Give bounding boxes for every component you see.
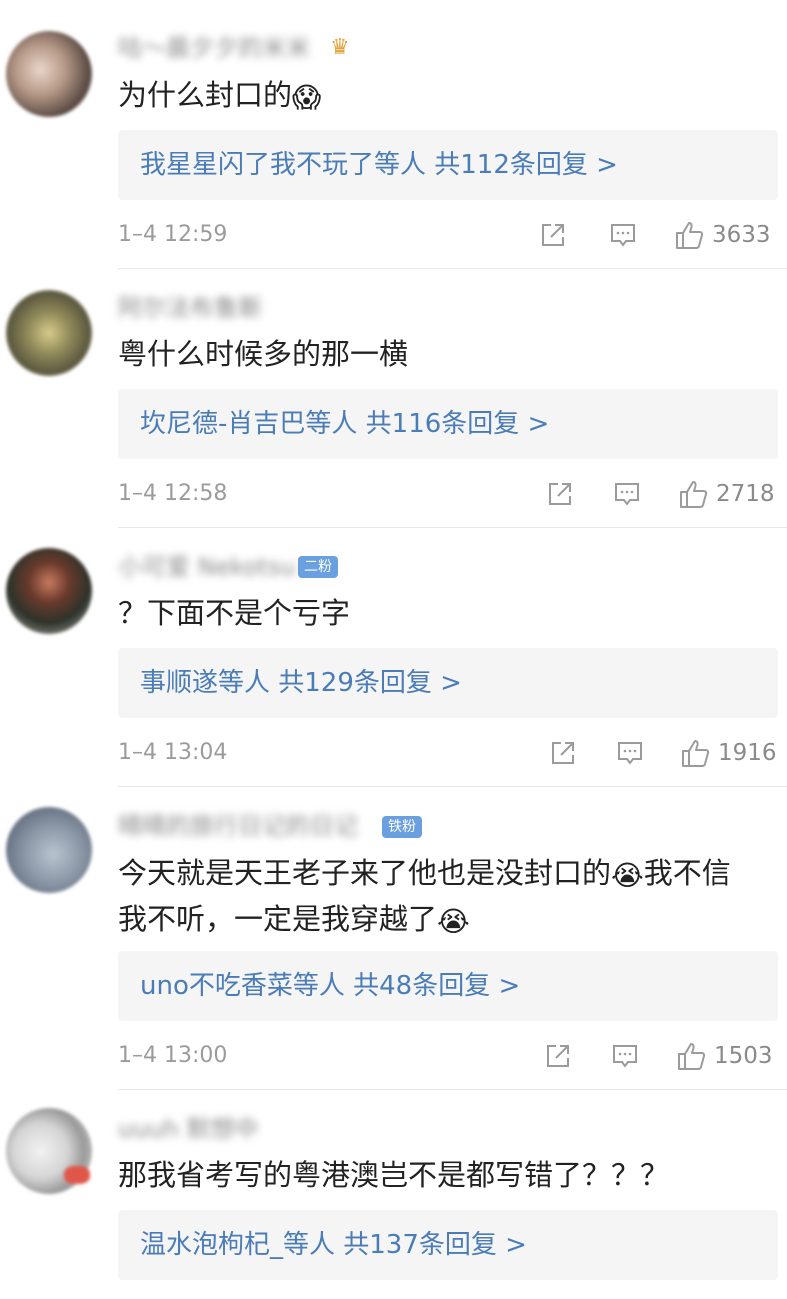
comment-meta: 1–4 12:59 3633: [118, 215, 778, 255]
reply-summary-link[interactable]: 事顺遂等人 共129条回复 >: [140, 648, 462, 718]
comment-meta: 1–4 13:00 1503: [118, 1036, 778, 1076]
username[interactable]: uuuh 默想中: [118, 1115, 258, 1143]
comment-text: 为什么封口的😱: [118, 72, 778, 118]
timestamp: 1–4 13:00: [118, 1043, 228, 1068]
reply-summary[interactable]: uno不吃香菜等人 共48条回复 >: [118, 951, 778, 1021]
avatar[interactable]: [6, 1108, 92, 1194]
like-button[interactable]: 3633: [674, 215, 771, 255]
username[interactable]: 晴晴的旅行日记的日记: [118, 812, 358, 840]
reply-summary-link[interactable]: 温水泡枸杞_等人 共137条回复 >: [140, 1210, 527, 1280]
username[interactable]: 咕～晨夕夕的米米: [118, 34, 310, 62]
fan-badge: 二粉: [298, 556, 338, 578]
crying-face-icon: 😭: [611, 859, 644, 892]
share-icon[interactable]: [545, 474, 575, 514]
like-button[interactable]: 1503: [676, 1036, 773, 1076]
avatar[interactable]: [6, 31, 92, 117]
fan-badge: 铁粉: [382, 816, 422, 838]
thumbs-up-icon: [680, 481, 708, 508]
comment-text: ？下面不是个亏字: [118, 590, 778, 636]
reply-summary[interactable]: 坎尼德-肖吉巴等人 共116条回复 >: [118, 389, 778, 459]
thumbs-up-icon: [678, 1043, 706, 1070]
comment-icon[interactable]: [615, 733, 645, 773]
like-count: 1916: [718, 740, 777, 766]
like-count: 1503: [714, 1043, 773, 1069]
username[interactable]: 小可爱 Nekotsu: [118, 553, 295, 581]
reply-summary[interactable]: 温水泡枸杞_等人 共137条回复 >: [118, 1210, 778, 1280]
comment-icon[interactable]: [610, 1036, 640, 1076]
comment-icon[interactable]: [612, 474, 642, 514]
divider: [118, 1089, 787, 1090]
comment-text-line2: 我不听，一定是我穿越了: [118, 902, 438, 936]
share-icon[interactable]: [538, 215, 568, 255]
thumbs-up-icon: [676, 222, 704, 249]
thumbs-up-icon: [682, 740, 710, 767]
comment-text-line1: 今天就是天王老子来了他也是没封口的: [118, 856, 612, 890]
divider: [118, 268, 787, 269]
divider: [118, 786, 787, 787]
comment-text-content: 粤什么时候多的那一横: [118, 337, 409, 371]
comment-text-content: 为什么封口的: [118, 78, 293, 112]
share-icon[interactable]: [548, 733, 578, 773]
comment-text: 今天就是天王老子来了他也是没封口的😭我不信 我不听，一定是我穿越了😭: [118, 850, 778, 942]
comment-text: 粤什么时候多的那一横: [118, 331, 778, 377]
avatar[interactable]: [6, 807, 92, 893]
username[interactable]: 阿尔法布鲁斯: [118, 294, 262, 322]
like-count: 2718: [716, 481, 775, 507]
comment-text-content: 那我省考写的粤港澳岂不是都写错了？？？: [118, 1158, 670, 1192]
timestamp: 1–4 13:04: [118, 740, 228, 765]
like-button[interactable]: 2718: [678, 474, 775, 514]
crying-face-icon: 😭: [437, 905, 470, 938]
reply-summary[interactable]: 事顺遂等人 共129条回复 >: [118, 648, 778, 718]
crown-icon: ♛: [330, 35, 350, 60]
timestamp: 1–4 12:58: [118, 481, 228, 506]
timestamp: 1–4 12:59: [118, 222, 228, 247]
share-icon[interactable]: [543, 1036, 573, 1076]
divider: [118, 527, 787, 528]
comment-text: 那我省考写的粤港澳岂不是都写错了？？？: [118, 1152, 778, 1198]
comment-meta: 1–4 12:58 2718: [118, 474, 778, 514]
comment-text-line1-end: 我不信: [643, 856, 731, 890]
reply-summary-link[interactable]: 坎尼德-肖吉巴等人 共116条回复 >: [140, 389, 549, 459]
reply-summary-link[interactable]: uno不吃香菜等人 共48条回复 >: [140, 951, 520, 1021]
shocked-face-icon: 😱: [292, 81, 322, 114]
reply-summary-link[interactable]: 我星星闪了我不玩了等人 共112条回复 >: [140, 130, 618, 200]
avatar[interactable]: [6, 290, 92, 376]
avatar[interactable]: [6, 548, 92, 634]
comment-icon[interactable]: [608, 215, 638, 255]
like-count: 3633: [712, 222, 771, 248]
comment-meta: 1–4 13:04 1916: [118, 733, 778, 773]
like-button[interactable]: 1916: [680, 733, 777, 773]
comment-text-content: ？下面不是个亏字: [118, 596, 351, 630]
reply-summary[interactable]: 我星星闪了我不玩了等人 共112条回复 >: [118, 130, 778, 200]
